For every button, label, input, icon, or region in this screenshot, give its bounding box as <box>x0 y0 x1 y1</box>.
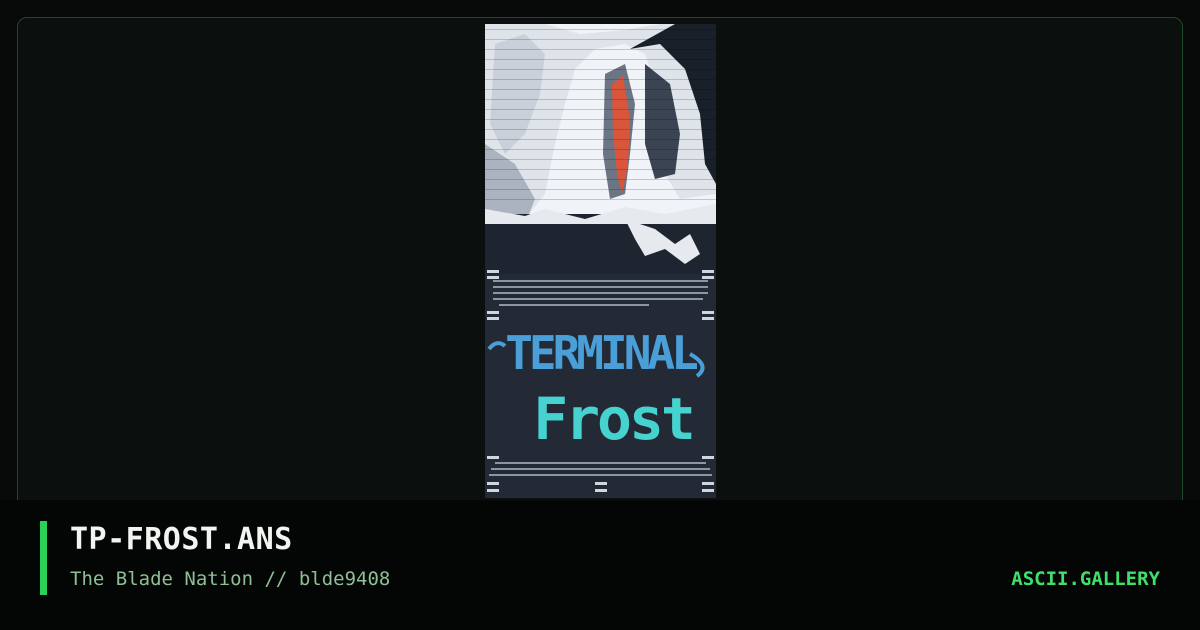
subtitle-separator: // <box>264 568 288 590</box>
accent-bar <box>40 521 47 595</box>
logo-terminal-text: TERMINAL <box>505 326 697 380</box>
logo-frost-text: Frost <box>533 385 693 453</box>
ansi-artwork-preview[interactable]: TERMINAL Frost <box>485 24 716 498</box>
artwork-subtitle: The Blade Nation // blde9408 <box>70 568 390 590</box>
ansi-art-image: TERMINAL Frost <box>485 24 716 492</box>
artwork-title: TP-FROST.ANS <box>70 522 293 557</box>
site-brand[interactable]: ASCII.GALLERY <box>1011 568 1160 590</box>
artwork-code: blde9408 <box>298 568 391 590</box>
artwork-group: The Blade Nation <box>70 568 254 590</box>
caption-bar: TP-FROST.ANS The Blade Nation // blde940… <box>0 500 1200 630</box>
